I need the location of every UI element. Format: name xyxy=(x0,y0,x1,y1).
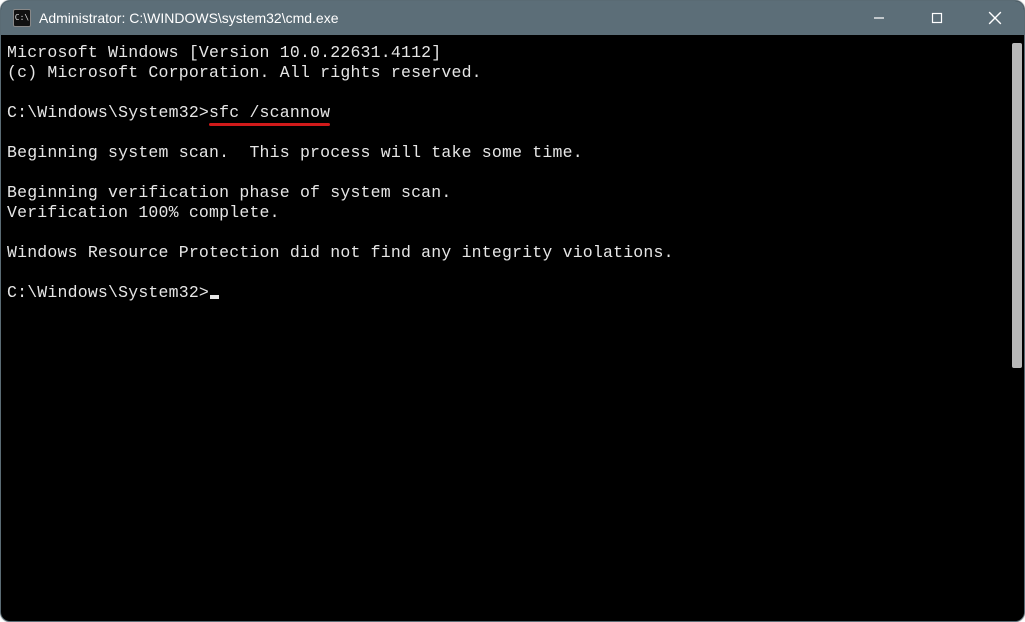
prompt-prefix: C:\Windows\System32> xyxy=(7,283,209,302)
minimize-icon xyxy=(873,12,885,24)
scroll-thumb[interactable] xyxy=(1012,43,1022,368)
maximize-button[interactable] xyxy=(908,1,966,35)
client-area: Microsoft Windows [Version 10.0.22631.41… xyxy=(1,35,1024,621)
vertical-scrollbar[interactable] xyxy=(1008,35,1024,621)
output-line: Beginning system scan. This process will… xyxy=(7,143,583,162)
title-bar[interactable]: C:\ Administrator: C:\WINDOWS\system32\c… xyxy=(1,1,1024,35)
cmd-window: C:\ Administrator: C:\WINDOWS\system32\c… xyxy=(0,0,1025,622)
output-line: Windows Resource Protection did not find… xyxy=(7,243,674,262)
minimize-button[interactable] xyxy=(850,1,908,35)
output-line: Beginning verification phase of system s… xyxy=(7,183,451,202)
entered-command: sfc /scannow xyxy=(209,103,330,123)
text-cursor xyxy=(210,295,219,299)
console-output[interactable]: Microsoft Windows [Version 10.0.22631.41… xyxy=(1,35,1008,621)
window-title: Administrator: C:\WINDOWS\system32\cmd.e… xyxy=(39,10,850,26)
close-button[interactable] xyxy=(966,1,1024,35)
output-line: Microsoft Windows [Version 10.0.22631.41… xyxy=(7,43,441,62)
close-icon xyxy=(988,11,1002,25)
output-line: (c) Microsoft Corporation. All rights re… xyxy=(7,63,482,82)
prompt-prefix: C:\Windows\System32> xyxy=(7,103,209,122)
cmd-icon: C:\ xyxy=(13,9,31,27)
window-controls xyxy=(850,1,1024,35)
maximize-icon xyxy=(931,12,943,24)
output-line: Verification 100% complete. xyxy=(7,203,280,222)
